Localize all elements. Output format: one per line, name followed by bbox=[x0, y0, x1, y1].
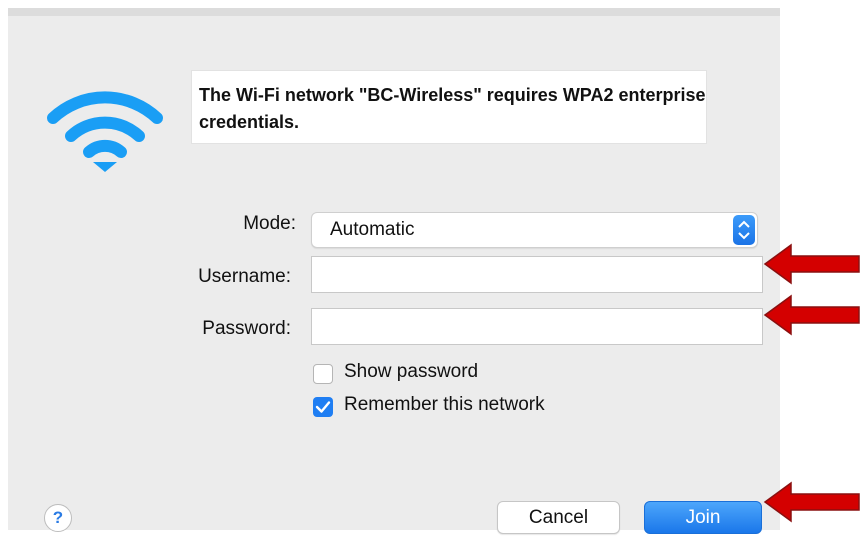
wifi-icon bbox=[47, 91, 163, 172]
join-button[interactable]: Join bbox=[644, 501, 762, 534]
cancel-button[interactable]: Cancel bbox=[497, 501, 620, 534]
show-password-label: Show password bbox=[344, 361, 479, 382]
username-label: Username: bbox=[198, 266, 291, 287]
password-label: Password: bbox=[202, 318, 291, 339]
mode-value: Automatic bbox=[330, 219, 415, 240]
username-field[interactable] bbox=[311, 256, 763, 293]
arrow-left-icon bbox=[763, 294, 860, 336]
arrow-left-icon bbox=[763, 481, 860, 523]
password-field[interactable] bbox=[311, 308, 763, 345]
dialog-message: The Wi-Fi network "BC-Wireless" requires… bbox=[191, 70, 707, 144]
chevron-up-down-icon bbox=[733, 215, 755, 245]
mode-label: Mode: bbox=[243, 213, 296, 234]
arrow-left-icon bbox=[763, 243, 860, 285]
checkmark-icon bbox=[315, 401, 331, 413]
help-button[interactable]: ? bbox=[44, 504, 72, 532]
remember-network-label: Remember this network bbox=[344, 394, 545, 415]
wifi-credentials-dialog: The Wi-Fi network "BC-Wireless" requires… bbox=[8, 8, 780, 534]
remember-network-checkbox[interactable] bbox=[313, 397, 333, 417]
show-password-checkbox[interactable] bbox=[313, 364, 333, 384]
mode-select[interactable]: Automatic bbox=[311, 212, 758, 248]
